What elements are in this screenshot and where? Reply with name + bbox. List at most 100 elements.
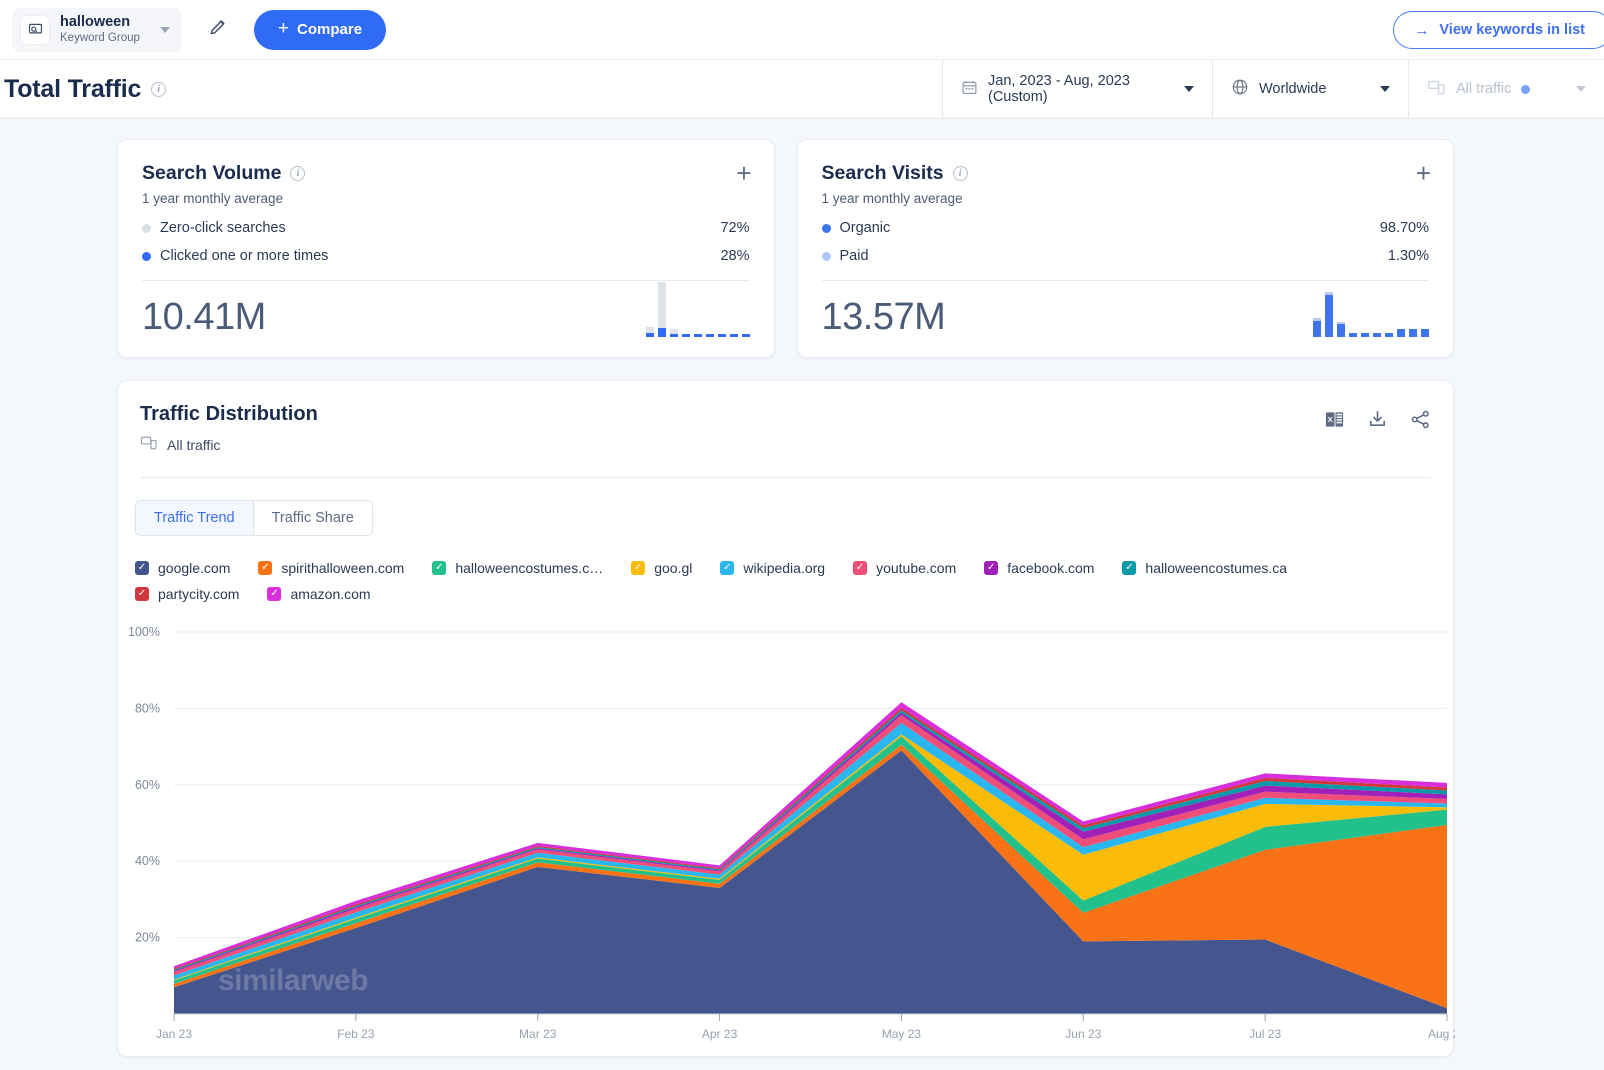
checkbox-checked-icon[interactable]: ✓	[720, 561, 734, 575]
kpi-cards-row: + Search Volume i 1 year monthly average…	[0, 119, 1604, 358]
sparkline-bar	[1373, 333, 1381, 337]
status-dot	[1521, 85, 1530, 94]
sparkline-bar	[742, 334, 750, 337]
checkbox-checked-icon[interactable]: ✓	[631, 561, 645, 575]
sparkline-segment	[658, 282, 666, 328]
legend-item[interactable]: ✓wikipedia.org	[720, 560, 825, 576]
x-axis-tick-label: Feb 23	[337, 1027, 375, 1041]
sparkline-segment	[1397, 329, 1405, 337]
legend-item-label: goo.gl	[654, 560, 692, 576]
export-excel-icon[interactable]: X	[1324, 409, 1345, 430]
traffic-trend-chart: 20%40%60%80%100%Jan 23Feb 23Mar 23Apr 23…	[118, 616, 1455, 1056]
legend-item[interactable]: ✓google.com	[135, 560, 230, 576]
geo-value: Worldwide	[1259, 81, 1326, 97]
sparkline-segment	[646, 333, 654, 337]
card-title-row: Search Volume i	[142, 162, 750, 185]
traffic-scope-label: All traffic	[167, 437, 220, 453]
search-volume-card: + Search Volume i 1 year monthly average…	[117, 139, 775, 358]
checkbox-checked-icon[interactable]: ✓	[258, 561, 272, 575]
add-widget-button[interactable]: +	[736, 160, 751, 186]
traffic-distribution-subtitle: All traffic	[140, 434, 1429, 455]
compare-button[interactable]: + Compare	[254, 10, 386, 50]
devices-icon	[140, 434, 158, 455]
sparkline-bar	[1325, 292, 1333, 337]
arrow-right-icon: →	[1414, 22, 1429, 39]
view-keywords-in-list-button[interactable]: → View keywords in list	[1393, 11, 1604, 49]
legend-dot	[142, 224, 151, 233]
checkbox-checked-icon[interactable]: ✓	[267, 587, 281, 601]
checkbox-checked-icon[interactable]: ✓	[135, 561, 149, 575]
card-title: Search Volume	[142, 162, 281, 185]
legend-value: 72%	[720, 220, 749, 236]
info-icon[interactable]: i	[151, 82, 166, 97]
legend-row: Clicked one or more times 28%	[142, 248, 750, 264]
traffic-distribution-header: Traffic Distribution All traffic	[118, 403, 1453, 455]
x-axis-tick-label: Jun 23	[1065, 1027, 1101, 1041]
chart-tabs: Traffic Trend Traffic Share	[135, 500, 1453, 536]
chevron-down-icon[interactable]	[160, 27, 170, 33]
sparkline-bar	[682, 334, 690, 337]
sparkline-bar	[1349, 333, 1357, 337]
page-title-wrap: Total Traffic i	[0, 60, 942, 118]
legend-item-label: youtube.com	[876, 560, 956, 576]
checkbox-checked-icon[interactable]: ✓	[984, 561, 998, 575]
checkbox-checked-icon[interactable]: ✓	[1122, 561, 1136, 575]
legend-item[interactable]: ✓ goo.gl	[631, 560, 692, 576]
legend-item[interactable]: ✓halloweencostumes.ca	[1122, 560, 1287, 576]
search-volume-total: 10.41M	[142, 296, 266, 339]
tab-traffic-share[interactable]: Traffic Share	[254, 500, 373, 536]
download-icon[interactable]	[1367, 409, 1388, 430]
tab-traffic-trend[interactable]: Traffic Trend	[135, 500, 254, 536]
geo-filter[interactable]: Worldwide	[1212, 60, 1408, 118]
sparkline-bar	[706, 334, 714, 337]
legend-row: Paid 1.30%	[822, 248, 1430, 264]
sparkline-bar	[1421, 329, 1429, 337]
legend-item[interactable]: ✓spirithalloween.com	[258, 560, 404, 576]
checkbox-checked-icon[interactable]: ✓	[432, 561, 446, 575]
legend-item[interactable]: ✓partycity.com	[135, 586, 239, 602]
search-visits-total: 13.57M	[822, 296, 946, 339]
x-axis-tick-label: Apr 23	[702, 1027, 738, 1041]
legend-item[interactable]: ✓ youtube.com	[853, 560, 956, 576]
x-axis-tick-label: Jan 23	[156, 1027, 192, 1041]
keyword-group-title: halloween	[60, 14, 140, 31]
info-icon[interactable]: i	[953, 166, 968, 181]
sparkline-bar	[1409, 329, 1417, 337]
legend-value: 98.70%	[1380, 220, 1429, 236]
top-bar: halloween Keyword Group + Compare → View…	[0, 0, 1604, 60]
legend-item-label: amazon.com	[290, 586, 370, 602]
legend-item[interactable]: ✓facebook.com	[984, 560, 1094, 576]
y-axis-tick-label: 20%	[135, 931, 160, 945]
checkbox-checked-icon[interactable]: ✓	[853, 561, 867, 575]
sparkline-segment	[658, 328, 666, 337]
chevron-down-icon[interactable]	[1380, 86, 1390, 92]
sparkline-bar	[658, 282, 666, 337]
traffic-distribution-title: Traffic Distribution	[140, 403, 1429, 426]
y-axis-tick-label: 60%	[135, 778, 160, 792]
sparkline-segment	[718, 334, 726, 337]
traffic-type-filter[interactable]: All traffic	[1408, 60, 1604, 118]
chevron-down-icon[interactable]	[1576, 86, 1586, 92]
plus-icon: +	[278, 19, 289, 38]
add-widget-button[interactable]: +	[1416, 160, 1431, 186]
legend-label: Zero-click searches	[160, 220, 286, 236]
checkbox-checked-icon[interactable]: ✓	[135, 587, 149, 601]
divider	[140, 477, 1431, 478]
x-axis-tick-label: May 23	[882, 1027, 922, 1041]
edit-button[interactable]	[198, 10, 238, 50]
sparkline-segment	[1409, 329, 1417, 337]
search-visits-card: + Search Visits i 1 year monthly average…	[797, 139, 1455, 358]
info-icon[interactable]: i	[290, 166, 305, 181]
sparkline-segment	[1349, 333, 1357, 337]
total-row: 13.57M	[822, 287, 1430, 339]
date-range-filter[interactable]: Jan, 2023 - Aug, 2023 (Custom)	[942, 60, 1212, 118]
x-axis-tick-label: Mar 23	[519, 1027, 557, 1041]
chevron-down-icon[interactable]	[1184, 86, 1194, 92]
keyword-group-icon	[20, 15, 50, 45]
legend-item[interactable]: ✓halloweencostumes.c…	[432, 560, 603, 576]
legend-value: 1.30%	[1388, 248, 1429, 264]
sparkline-bar	[670, 329, 678, 337]
keyword-group-selector[interactable]: halloween Keyword Group	[12, 8, 182, 52]
legend-item[interactable]: ✓ amazon.com	[267, 586, 370, 602]
share-icon[interactable]	[1410, 409, 1431, 430]
